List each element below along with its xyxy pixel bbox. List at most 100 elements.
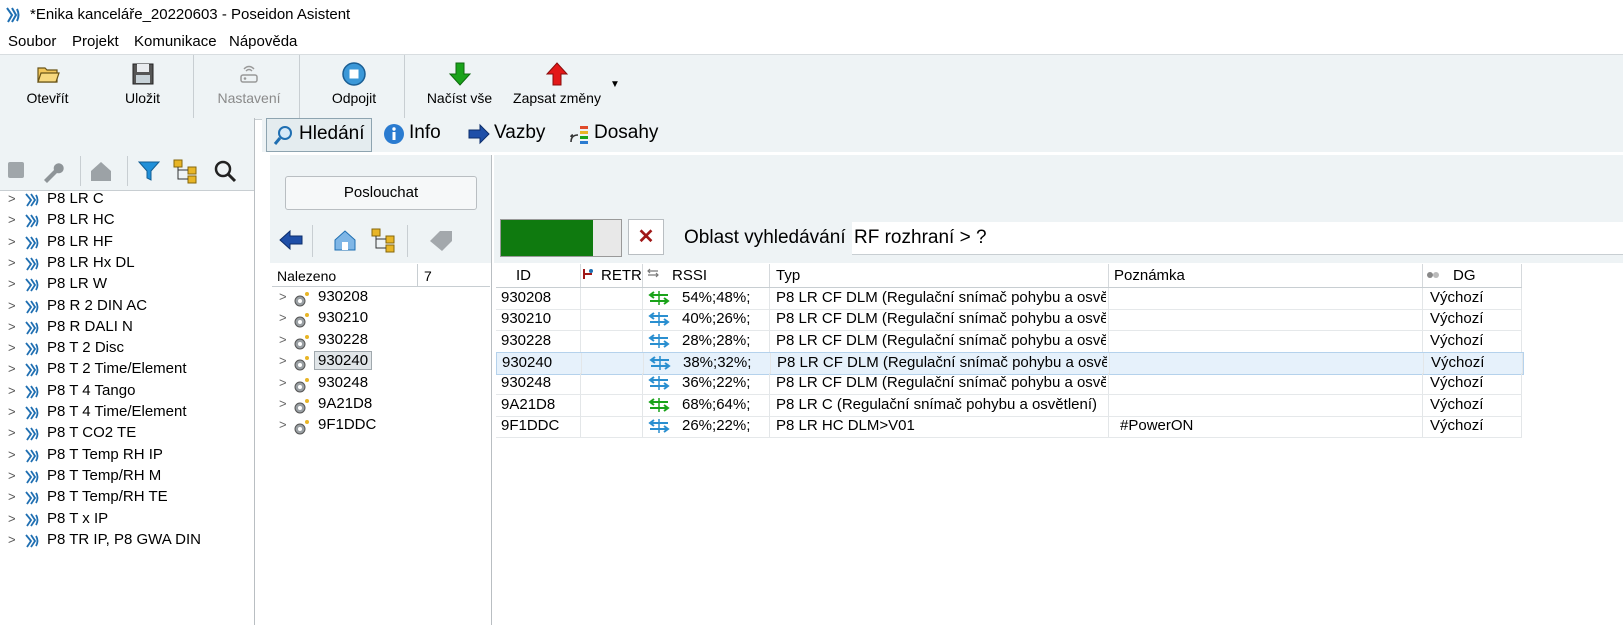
col-note[interactable]: Poznámka — [1114, 267, 1185, 284]
found-device-id: 930208 — [318, 288, 369, 305]
tab-links[interactable]: Vazby — [462, 118, 556, 150]
tab-bar: Hledání Info Vazby Dosahy — [262, 118, 1623, 152]
chevron-right-icon[interactable]: > — [279, 310, 287, 325]
chevron-right-icon[interactable]: > — [8, 340, 16, 355]
table-row[interactable]: 930208 54%;48%; P8 LR CF DLM (Regulační sn… — [496, 288, 1522, 310]
chevron-right-icon[interactable]: > — [279, 417, 287, 432]
settings-button[interactable]: Nastavení — [200, 55, 298, 119]
found-device-item[interactable]: >930228 — [272, 331, 490, 352]
chevron-right-icon[interactable]: > — [8, 532, 16, 547]
menu-project[interactable]: Projekt — [72, 33, 119, 50]
save-button[interactable]: Uložit — [95, 55, 190, 119]
device-icon[interactable] — [8, 162, 24, 178]
found-device-item[interactable]: >9F1DDC — [272, 416, 490, 437]
table-row[interactable]: 9A21D8 68%;64%; P8 LR C (Regulační snímač … — [496, 394, 1522, 417]
chevron-right-icon[interactable]: > — [279, 396, 287, 411]
window-title: *Enika kanceláře_20220603 - Poseidon Asi… — [30, 6, 351, 23]
table-row[interactable]: 9F1DDC 26%;22%; P8 LR HC DLM>V01 #PowerON Vý… — [496, 415, 1522, 438]
found-device-item[interactable]: >930248 — [272, 374, 490, 395]
device-type-icon — [25, 491, 39, 505]
col-id[interactable]: ID — [516, 267, 531, 284]
menu-communication[interactable]: Komunikace — [134, 33, 217, 50]
sensor-device-icon — [294, 356, 309, 371]
chevron-right-icon[interactable]: > — [8, 255, 16, 270]
chevron-right-icon[interactable]: > — [8, 489, 16, 504]
read-all-button[interactable]: Načíst vše — [412, 55, 507, 119]
chevron-right-icon[interactable]: > — [8, 468, 16, 483]
app-logo-icon — [6, 7, 20, 23]
write-changes-button[interactable]: Zapsat změny — [507, 55, 607, 119]
tab-info-label: Info — [409, 122, 441, 143]
chevron-right-icon[interactable]: > — [8, 191, 16, 206]
signal-medium-icon — [649, 355, 671, 370]
listen-button[interactable]: Poslouchat — [285, 176, 477, 210]
table-row[interactable]: 930248 36%;22%; P8 LR CF DLM (Regulační sn… — [496, 373, 1522, 396]
found-device-item[interactable]: >930240 — [272, 351, 490, 373]
chevron-right-icon[interactable]: > — [279, 332, 287, 347]
col-type[interactable]: Typ — [776, 267, 800, 284]
chevron-right-icon[interactable]: > — [8, 234, 16, 249]
chevron-right-icon[interactable]: > — [8, 447, 16, 462]
chevron-right-icon[interactable]: > — [279, 375, 287, 390]
search-area-label: Oblast vyhledávání — [684, 227, 846, 248]
col-rssi[interactable]: RSSI — [672, 267, 707, 284]
cell-dg: Výchozí — [1430, 416, 1484, 434]
device-type-icon — [25, 193, 39, 207]
cancel-search-button[interactable]: ✕ — [628, 219, 664, 255]
chevron-right-icon[interactable]: > — [8, 361, 16, 376]
results-table-header: ID RETR RSSI Typ Poznámka DG — [496, 264, 1522, 288]
cell-dg: Výchozí — [1430, 374, 1484, 392]
table-row[interactable]: 930210 40%;26%; P8 LR CF DLM (Regulační sn… — [496, 309, 1522, 332]
chevron-right-icon[interactable]: > — [8, 404, 16, 419]
found-device-item[interactable]: >930210 — [272, 309, 490, 330]
tab-ranges-label: Dosahy — [594, 122, 659, 143]
menu-file[interactable]: Soubor — [8, 33, 56, 50]
chevron-right-icon[interactable]: > — [279, 289, 287, 304]
chevron-right-icon[interactable]: > — [8, 298, 16, 313]
title-bar: *Enika kanceláře_20220603 - Poseidon Asi… — [0, 0, 1623, 30]
device-type-icon — [25, 257, 39, 271]
back-arrow-icon[interactable] — [278, 230, 304, 250]
cell-type: P8 LR C (Regulační snímač pohybu a osvět… — [776, 395, 1097, 413]
cell-rssi: 40%;26%; — [682, 310, 751, 328]
filter-icon[interactable] — [136, 158, 162, 184]
chevron-right-icon[interactable]: > — [8, 425, 16, 440]
disconnect-button[interactable]: Odpojit — [305, 55, 403, 119]
col-retr[interactable]: RETR — [601, 267, 642, 284]
cell-dg: Výchozí — [1430, 310, 1484, 328]
tag-icon[interactable] — [428, 229, 454, 251]
tab-info[interactable]: Info — [377, 118, 457, 150]
chevron-right-icon[interactable]: > — [8, 511, 16, 526]
hierarchy-icon[interactable] — [370, 227, 398, 253]
table-row[interactable]: 930228 28%;28%; P8 LR CF DLM (Regulační sn… — [496, 330, 1522, 353]
found-device-id: 9A21D8 — [318, 395, 373, 412]
home-icon[interactable] — [88, 158, 114, 184]
cell-type: P8 LR CF DLM (Regulační snímač pohybu a … — [776, 310, 1106, 328]
floppy-disk-icon — [132, 63, 153, 85]
tab-ranges[interactable]: Dosahy — [562, 118, 674, 150]
cell-id: 9F1DDC — [501, 416, 560, 434]
device-type-icon — [25, 363, 39, 377]
chevron-right-icon[interactable]: > — [8, 319, 16, 334]
chevron-right-icon[interactable]: > — [8, 212, 16, 227]
search-area-value: RF rozhraní > ? — [852, 222, 1623, 255]
usb-wifi-icon — [240, 65, 258, 83]
chevron-right-icon[interactable]: > — [8, 276, 16, 291]
write-dropdown-arrow-icon[interactable]: ▼ — [610, 79, 620, 90]
table-row[interactable]: 930240 38%;32%; P8 LR CF DLM (Regulační sn… — [496, 351, 1524, 375]
found-header: Nalezeno 7 — [272, 264, 490, 287]
chevron-right-icon[interactable]: > — [8, 383, 16, 398]
menu-help[interactable]: Nápověda — [229, 33, 297, 50]
wrench-icon[interactable] — [40, 158, 66, 184]
home-icon[interactable] — [332, 227, 358, 253]
search-icon[interactable] — [212, 158, 238, 184]
rssi-icon — [647, 268, 659, 278]
open-button[interactable]: Otevřít — [0, 55, 95, 119]
tree-item-label: P8 LR Hx DL — [47, 253, 135, 271]
hierarchy-icon[interactable] — [172, 158, 200, 184]
found-device-item[interactable]: >9A21D8 — [272, 395, 490, 416]
found-device-item[interactable]: >930208 — [272, 288, 490, 309]
chevron-right-icon[interactable]: > — [279, 353, 287, 368]
col-dg[interactable]: DG — [1453, 267, 1476, 284]
tab-search[interactable]: Hledání — [266, 118, 372, 152]
